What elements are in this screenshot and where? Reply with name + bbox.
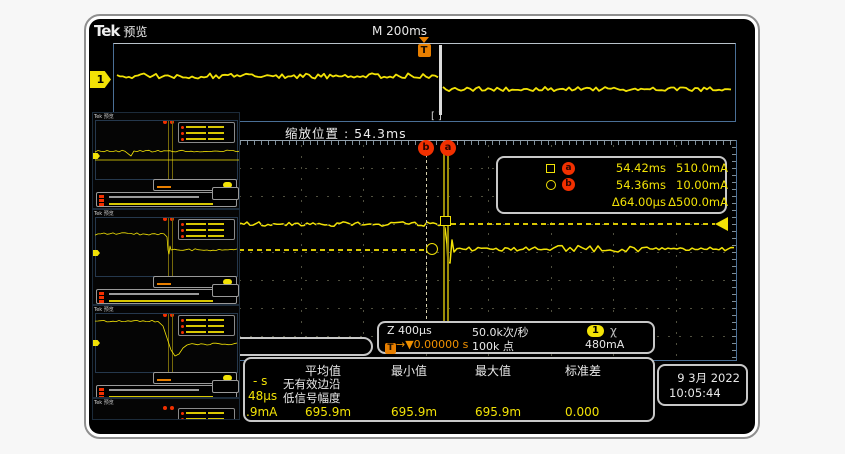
cursor-b-readout-row: b 54.36ms 10.00mA — [546, 177, 728, 194]
trigger-position-value: →▼0.00000 s — [396, 338, 468, 351]
trigger-t-icon: T — [418, 44, 431, 57]
thumbnail-brand-label: Tek 预览 — [94, 399, 114, 406]
channel-1-marker[interactable]: 1 — [90, 71, 111, 88]
waveform-trace — [443, 87, 731, 91]
waveform-trace — [95, 233, 237, 254]
trigger-t-icon: T — [385, 343, 396, 354]
cursor-delta-time: Δ64.00µs — [586, 195, 666, 209]
status-low-amplitude: 低信号幅度 — [283, 390, 341, 406]
graticule-right-ticks — [732, 140, 736, 360]
col-header-min: 最小值 — [391, 362, 427, 379]
waveform-trace — [95, 320, 237, 356]
gridline — [363, 145, 364, 357]
waveform-trace — [229, 222, 734, 263]
date-label: 9 3月 2022 — [677, 370, 740, 386]
main-timebase-label: M 200ms — [372, 24, 427, 38]
cursor-b-time: 54.36ms — [586, 178, 666, 192]
cursor-a-time: 54.42ms — [586, 161, 666, 175]
trigger-arrow-icon — [419, 37, 429, 43]
cursor-delta-readout-row: Δ64.00µs Δ500.0mA — [546, 193, 728, 210]
channel-1-badge: 1 — [587, 325, 604, 337]
trigger-position-readout: T→▼0.00000 s — [385, 338, 468, 354]
channel-coupling-symbol: χ — [610, 324, 617, 338]
measurement-stddev: 0.000 — [565, 405, 599, 419]
lower-level-dashed-line — [230, 249, 426, 251]
channel-scale-label: 480mA — [585, 338, 624, 351]
cursor-a-square-marker[interactable] — [440, 216, 451, 226]
gridline — [301, 145, 302, 357]
oscilloscope-screen: Tek预览 M 200ms T [] 1 缩放位置 : 54.3ms — [89, 19, 755, 434]
cursor-b-badge-icon: b — [562, 178, 575, 191]
thumb-date-box — [212, 187, 239, 200]
measurement-min: 695.9m — [391, 405, 437, 419]
brand-label: Tek 预览 — [94, 22, 147, 40]
waveform-trace — [95, 150, 239, 156]
cursor-readout-box: a 54.42ms 510.0mA b 54.36ms 10.00mA Δ64.… — [496, 156, 727, 214]
screenshot-stage: Tek预览 M 200ms T [] 1 缩放位置 : 54.3ms — [0, 0, 845, 454]
measurement-mean: 695.9m — [305, 405, 351, 419]
acquisition-readout-box: Z 400µs 50.0k次/秒 1 χ T→▼0.00000 s 100k 点… — [377, 321, 655, 354]
tek-logo: Tek — [94, 22, 119, 40]
time-label: 10:05:44 — [669, 386, 721, 400]
col-header-max: 最大值 — [475, 362, 511, 379]
preview-mode-label: 预览 — [123, 25, 147, 39]
oscilloscope-bezel: Tek预览 M 200ms T [] 1 缩放位置 : 54.3ms — [84, 14, 760, 439]
measurement-table: 平均值 最小值 最大值 标准差 - s 48µs .9mA 无有效边沿 低信号幅… — [243, 357, 655, 422]
thumb-readout-row — [181, 416, 232, 420]
trigger-position-marker[interactable]: T — [417, 37, 431, 57]
cursor-b-circle-marker[interactable] — [426, 243, 438, 255]
measurement-max: 695.9m — [475, 405, 521, 419]
reference-level-dashed-line — [451, 223, 715, 225]
thumb-cursor-a-dot — [163, 406, 167, 410]
col-header-stddev: 标准差 — [565, 362, 601, 379]
reference-level-arrow-icon — [715, 217, 728, 231]
record-length-label: 100k 点 — [472, 338, 514, 354]
cursor-a-badge-icon: a — [562, 162, 575, 175]
measurement-partial-3: .9mA — [246, 405, 277, 419]
zoom-scale-label: Z 400µs — [387, 324, 432, 337]
measurement-partial-2: 48µs — [248, 389, 277, 403]
cursor-a-readout-row: a 54.42ms 510.0mA — [546, 160, 728, 177]
cursor-delta-value: Δ500.0mA — [666, 195, 728, 209]
thumb-cursor-b-dot — [170, 406, 174, 410]
cursor-b-value: 10.00mA — [666, 178, 728, 192]
square-marker-icon — [546, 164, 555, 173]
datetime-box: 9 3月 2022 10:05:44 — [657, 364, 748, 406]
cursor-a-value: 510.0mA — [666, 161, 728, 175]
cursor-b-badge[interactable]: b — [418, 140, 434, 156]
capture-thumbnail-1[interactable]: Tek 预览 — [92, 112, 240, 209]
cursor-a-badge[interactable]: a — [440, 140, 456, 156]
capture-thumbnail-2[interactable]: Tek 预览 — [92, 209, 240, 305]
zoom-window-bracket: [] — [431, 111, 445, 122]
circle-marker-icon — [546, 180, 556, 190]
thumb-cursor-readout — [178, 408, 235, 420]
waveform-trace — [117, 73, 438, 78]
measurement-partial-1: - s — [253, 374, 267, 388]
zoom-window-bar[interactable] — [439, 45, 442, 115]
capture-thumbnail-3[interactable]: Tek 预览 — [92, 305, 240, 398]
thumb-date-box — [212, 284, 239, 297]
capture-thumbnail-4[interactable]: Tek 预览 — [92, 398, 240, 420]
thumb-date-box — [212, 380, 239, 393]
